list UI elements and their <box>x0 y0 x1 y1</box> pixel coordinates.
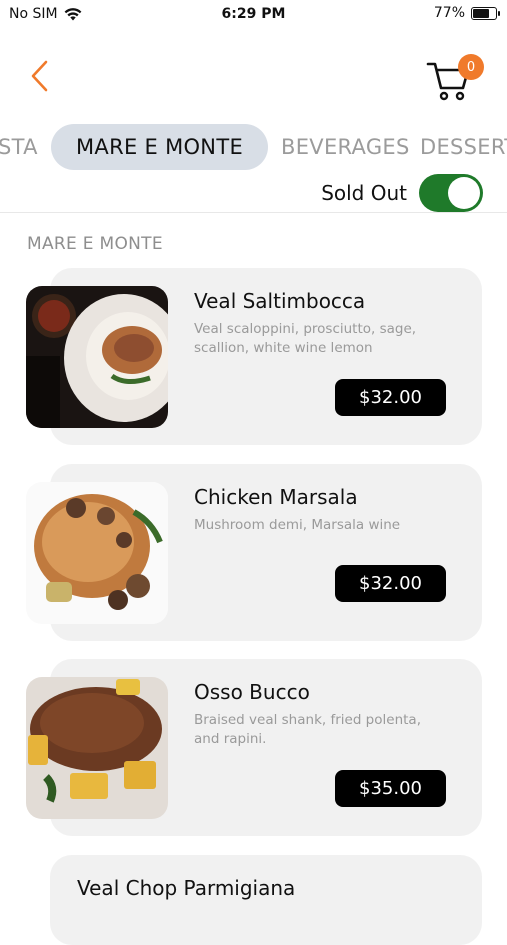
chevron-left-icon <box>31 60 48 92</box>
back-button[interactable] <box>22 56 62 96</box>
item-photo-veal-saltimbocca <box>26 286 168 428</box>
item-description: Braised veal shank, fried polenta, and r… <box>194 712 421 747</box>
item-name: Veal Chop Parmigiana <box>77 876 296 900</box>
section-title: MARE E MONTE <box>27 234 163 254</box>
status-time: 6:29 PM <box>221 6 286 22</box>
tab-mare-e-monte[interactable]: MARE E MONTE <box>51 124 269 170</box>
battery-status: 77% <box>433 5 500 21</box>
status-bar: No SIM 6:29 PM 77% <box>0 0 507 28</box>
sold-out-toggle[interactable] <box>419 174 483 212</box>
item-name: Osso Bucco <box>194 680 310 704</box>
price-button[interactable]: $35.00 <box>335 770 446 807</box>
tab-beverages[interactable]: BEVERAGES <box>281 124 410 170</box>
item-description: Mushroom demi, Marsala wine <box>194 517 401 533</box>
toggle-knob <box>448 177 480 209</box>
cart-count-badge: 0 <box>458 54 484 80</box>
sold-out-label: Sold Out <box>321 181 407 205</box>
tab-desserts[interactable]: DESSERTS <box>420 124 507 170</box>
item-photo-osso-bucco <box>26 677 168 819</box>
cart-button[interactable]: 0 <box>425 52 485 102</box>
battery-icon <box>471 6 500 20</box>
battery-percent: 77% <box>433 5 465 21</box>
item-name: Veal Saltimbocca <box>194 289 366 313</box>
divider <box>0 212 507 213</box>
item-name: Chicken Marsala <box>194 485 358 509</box>
tab-pasta[interactable]: STA <box>0 124 38 170</box>
category-tabs: STA MARE E MONTE BEVERAGES DESSERTS <box>0 124 507 172</box>
battery-level-fill <box>473 8 489 18</box>
menu-item-card[interactable] <box>50 855 482 945</box>
item-description: Veal scaloppini, prosciutto, sage, scall… <box>194 321 417 356</box>
price-button[interactable]: $32.00 <box>335 379 446 416</box>
price-button[interactable]: $32.00 <box>335 565 446 602</box>
item-photo-chicken-marsala <box>26 482 168 624</box>
